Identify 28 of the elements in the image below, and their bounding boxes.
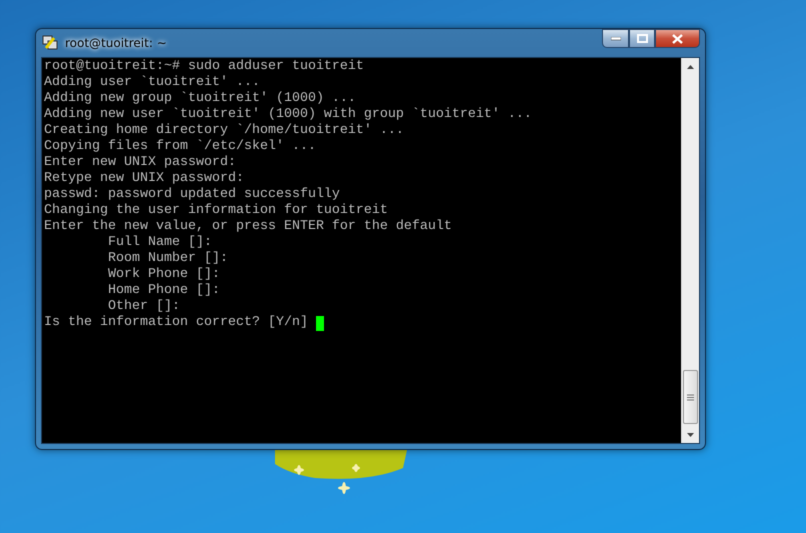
output-line: Enter the new value, or press ENTER for the default (44, 219, 452, 235)
computer-icon (41, 34, 59, 52)
field-prompt: Home Phone []: (108, 283, 220, 299)
window-title: root@tuoitreit: ~ (65, 36, 167, 50)
output-line: Adding new group `tuoitreit' (1000) ... (44, 91, 356, 107)
output-line: Changing the user information for tuoitreit (44, 203, 388, 219)
field-prompt: Full Name []: (108, 235, 212, 251)
minimize-button[interactable] (602, 29, 629, 48)
output-line: Creating home directory `/home/tuoitreit' ... (44, 123, 404, 139)
field-prompt: Work Phone []: (108, 267, 220, 283)
close-icon (672, 34, 683, 44)
close-button[interactable] (655, 29, 700, 48)
confirm-prompt: Is the information correct? [Y/n] (44, 315, 308, 331)
output-line: Copying files from `/etc/skel' ... (44, 139, 316, 155)
field-prompt: Room Number []: (108, 251, 228, 267)
scrollbar-thumb[interactable] (683, 370, 698, 424)
maximize-icon (636, 34, 648, 43)
output-line: Adding user `tuoitreit' ... (44, 75, 260, 91)
field-prompt: Other []: (108, 299, 180, 315)
output-line: passwd: password updated successfully (44, 187, 340, 203)
cursor (316, 316, 324, 330)
scrollbar[interactable] (681, 58, 699, 443)
output-line: Retype new UNIX password: (44, 171, 244, 187)
output-line: root@tuoitreit:~# sudo adduser tuoitreit (44, 59, 364, 75)
output-line: Adding new user `tuoitreit' (1000) with group `tuoitreit' ... (44, 107, 532, 123)
minimize-icon (610, 36, 620, 40)
maximize-button[interactable] (629, 29, 655, 48)
output-line: Enter new UNIX password: (44, 155, 236, 171)
